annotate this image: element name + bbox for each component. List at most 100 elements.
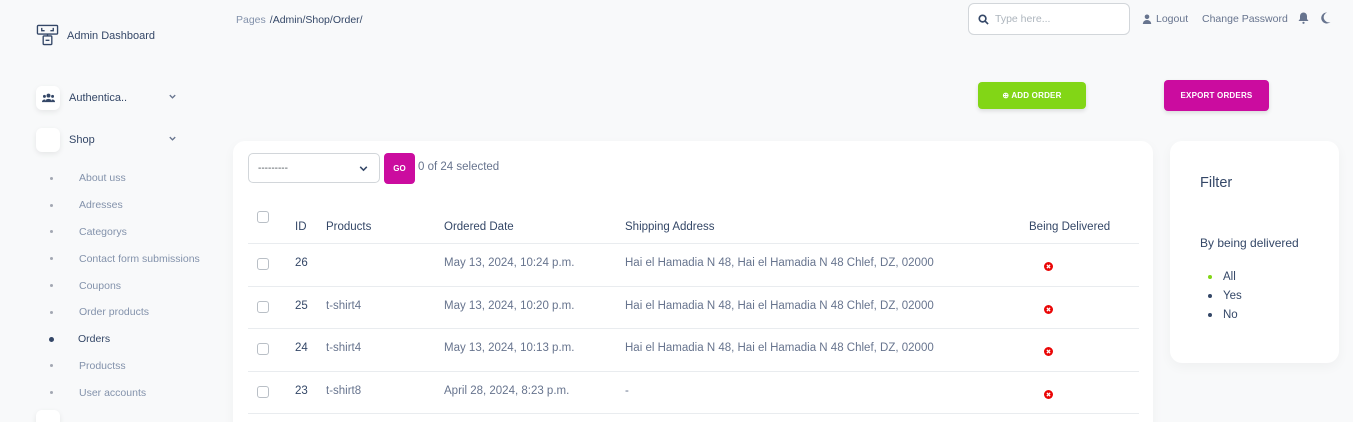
table-row: 26 May 13, 2024, 10:24 p.m. Hai el Hamad…: [248, 244, 1139, 287]
bullet-icon: [50, 284, 53, 288]
order-id-link[interactable]: 26: [295, 257, 308, 269]
order-address: Hai el Hamadia N 48, Hai el Hamadia N 48…: [625, 257, 934, 269]
select-all-checkbox[interactable]: [257, 211, 269, 223]
logout-label: Logout: [1156, 13, 1189, 25]
sidebar-shop-items: About uss Adresses Categorys Contact for…: [49, 165, 200, 406]
user-icon: [1142, 14, 1152, 24]
sidebar-item-label: Contact form submissions: [79, 252, 200, 265]
not-delivered-icon: [1044, 389, 1053, 399]
bullet-icon: [1208, 274, 1212, 279]
row-checkbox[interactable]: [257, 258, 269, 270]
order-date: May 13, 2024, 10:24 p.m.: [444, 257, 575, 269]
column-header-products[interactable]: Products: [326, 221, 371, 233]
filter-options: All Yes No: [1208, 267, 1242, 324]
export-orders-label: EXPORT ORDERS: [1180, 91, 1253, 100]
bullet-icon: [50, 230, 53, 234]
breadcrumb-path: /Admin/Shop/Order/: [269, 14, 363, 26]
sidebar-item-label: Orders: [78, 333, 111, 346]
search-box[interactable]: [968, 3, 1130, 35]
sidebar-item-label: About uss: [79, 172, 126, 185]
order-date: May 13, 2024, 10:13 p.m.: [444, 342, 575, 354]
search-icon: [978, 13, 989, 25]
selection-count: 0 of 24 selected: [418, 161, 500, 173]
order-products: t-shirt4: [326, 299, 362, 312]
order-products: t-shirt4: [326, 342, 362, 354]
filter-option-all[interactable]: All: [1208, 267, 1242, 286]
sidebar-item-about-uss[interactable]: About uss: [50, 165, 200, 192]
sidebar-item-label: Productss: [79, 359, 126, 372]
row-checkbox[interactable]: [257, 300, 269, 313]
add-order-button[interactable]: ⊕ ADD ORDER: [978, 82, 1086, 109]
filter-option-yes[interactable]: Yes: [1208, 286, 1242, 305]
go-button[interactable]: GO: [384, 153, 415, 184]
chevron-down-icon: [169, 136, 176, 141]
search-input[interactable]: [995, 13, 1120, 25]
table-header: ID Products Ordered Date Shipping Addres…: [248, 201, 1139, 244]
bell-icon[interactable]: [1298, 12, 1309, 24]
users-icon: [36, 86, 60, 110]
bullet-icon: [50, 310, 53, 314]
sidebar-item-order-products[interactable]: Order products: [50, 299, 200, 326]
sidebar-item-user-accounts[interactable]: User accounts: [50, 379, 200, 406]
order-date: April 28, 2024, 8:23 p.m.: [444, 384, 570, 397]
orders-table: ID Products Ordered Date Shipping Addres…: [248, 201, 1139, 414]
bullet-icon: [1208, 293, 1212, 298]
bullet-icon: [50, 391, 53, 395]
order-id-link[interactable]: 24: [295, 342, 308, 354]
sidebar-item-label: User accounts: [79, 386, 147, 399]
sidebar-group-label: Shop: [69, 134, 95, 146]
sidebar-item-productss[interactable]: Productss: [50, 353, 200, 380]
sidebar-item-label: Order products: [79, 306, 150, 319]
chevron-down-icon: [169, 94, 176, 99]
export-orders-button[interactable]: EXPORT ORDERS: [1164, 80, 1269, 111]
order-id-link[interactable]: 25: [295, 300, 308, 312]
row-checkbox[interactable]: [257, 385, 269, 398]
bullet-icon: [1208, 312, 1212, 317]
sidebar-item-coupons[interactable]: Coupons: [50, 272, 200, 299]
sidebar-item-contact-form-submissions[interactable]: Contact form submissions: [50, 245, 200, 272]
order-address: Hai el Hamadia N 48, Hai el Hamadia N 48…: [625, 342, 934, 354]
row-checkbox[interactable]: [257, 343, 269, 355]
column-header-shipping-address[interactable]: Shipping Address: [625, 221, 715, 233]
go-label: GO: [393, 164, 406, 173]
column-header-id[interactable]: ID: [295, 221, 307, 233]
plus-icon: ⊕: [1002, 91, 1010, 100]
bulk-action-select[interactable]: ---------: [248, 153, 380, 183]
filter-option-label: All: [1223, 270, 1236, 283]
bulk-action-value: ---------: [258, 162, 288, 174]
order-address: -: [625, 384, 629, 397]
sidebar-item-label: Coupons: [79, 279, 122, 292]
shop-icon: [36, 128, 60, 152]
table-row: 24 t-shirt4 May 13, 2024, 10:13 p.m. Hai…: [248, 329, 1139, 372]
sidebar-item-orders[interactable]: Orders: [49, 326, 200, 353]
column-header-being-delivered[interactable]: Being Delivered: [1029, 221, 1110, 233]
column-header-ordered-date[interactable]: Ordered Date: [444, 221, 514, 233]
sidebar-group-next[interactable]: [36, 410, 60, 422]
logo-icon: [36, 24, 59, 46]
sidebar-group-shop[interactable]: Shop: [36, 128, 186, 152]
logout-link[interactable]: Logout: [1142, 13, 1188, 25]
sidebar-item-label: Categorys: [79, 225, 127, 238]
sidebar-item-categorys[interactable]: Categorys: [50, 219, 200, 246]
bullet-icon: [50, 176, 53, 180]
filter-title: Filter: [1200, 175, 1233, 191]
not-delivered-icon: [1044, 262, 1053, 271]
table-row: 23 t-shirt8 April 28, 2024, 8:23 p.m. -: [248, 372, 1139, 414]
brand[interactable]: Admin Dashboard: [36, 24, 155, 47]
change-password-label: Change Password: [1202, 13, 1288, 25]
sidebar-group-authentication[interactable]: Authentica..: [36, 86, 186, 110]
filter-option-label: Yes: [1223, 289, 1242, 302]
sidebar-group-label: Authentica..: [69, 92, 128, 104]
filter-option-no[interactable]: No: [1208, 305, 1242, 324]
bullet-icon: [50, 203, 53, 207]
sidebar-item-label: Adresses: [79, 199, 123, 212]
change-password-link[interactable]: Change Password: [1202, 13, 1288, 25]
brand-name: Admin Dashboard: [67, 29, 156, 42]
breadcrumb-root[interactable]: Pages: [236, 14, 266, 26]
moon-icon[interactable]: [1320, 12, 1331, 24]
order-id-link[interactable]: 23: [295, 385, 308, 397]
table-row: 25 t-shirt4 May 13, 2024, 10:20 p.m. Hai…: [248, 287, 1139, 329]
sidebar-item-adresses[interactable]: Adresses: [50, 192, 200, 219]
filter-option-label: No: [1223, 308, 1238, 321]
bullet-icon: [49, 336, 54, 342]
